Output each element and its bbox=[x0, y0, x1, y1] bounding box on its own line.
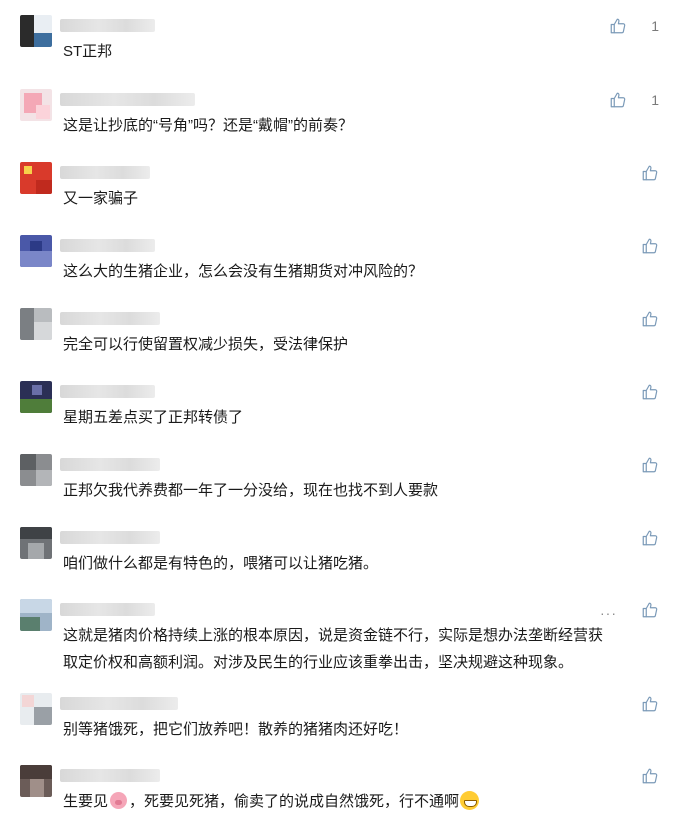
comment-text-part: 生要见 bbox=[63, 793, 109, 810]
avatar[interactable] bbox=[20, 527, 52, 559]
comment-text: 生要见 ，死要见死猪，偷卖了的说成自然饿死，行不通啊 bbox=[63, 788, 663, 815]
username[interactable] bbox=[60, 93, 195, 106]
avatar[interactable] bbox=[20, 308, 52, 340]
comment-item: 生要见 ，死要见死猪，偷卖了的说成自然饿死，行不通啊 bbox=[0, 765, 679, 812]
username[interactable] bbox=[60, 19, 155, 32]
thumbs-up-icon[interactable] bbox=[641, 237, 659, 255]
thumbs-up-icon[interactable] bbox=[641, 164, 659, 182]
comment-text: 又一家骗子 bbox=[63, 190, 139, 207]
avatar[interactable] bbox=[20, 454, 52, 486]
avatar[interactable] bbox=[20, 599, 52, 631]
avatar[interactable] bbox=[20, 765, 52, 797]
avatar[interactable] bbox=[20, 235, 52, 267]
comment-text: 这是让抄底的“号角”吗？还是“戴帽”的前奏？ bbox=[63, 117, 353, 134]
username[interactable] bbox=[60, 697, 178, 710]
grinning-face-emoji bbox=[460, 791, 480, 810]
thumbs-up-icon[interactable] bbox=[641, 601, 659, 619]
username[interactable] bbox=[60, 531, 160, 544]
username[interactable] bbox=[60, 166, 150, 179]
comment-item: 星期五差点买了正邦转债了 bbox=[0, 381, 679, 453]
avatar[interactable] bbox=[20, 693, 52, 725]
comment-item: 别等猪饿死，把它们放养吧！散养的猪猪肉还好吃！ bbox=[0, 693, 679, 765]
thumbs-up-icon[interactable] bbox=[641, 456, 659, 474]
comment-text: 完全可以行使留置权减少损失，受法律保护 bbox=[63, 336, 349, 353]
comment-text: 咱们做什么都是有特色的，喂猪可以让猪吃猪。 bbox=[63, 555, 379, 572]
thumbs-up-icon[interactable] bbox=[641, 383, 659, 401]
comment-text: 正邦欠我代养费都一年了一分没给，现在也找不到人要款 bbox=[63, 482, 439, 499]
thumbs-up-icon[interactable] bbox=[641, 310, 659, 328]
thumbs-up-icon[interactable] bbox=[609, 91, 627, 109]
thumbs-up-icon[interactable] bbox=[609, 17, 627, 35]
thumbs-up-icon[interactable] bbox=[641, 529, 659, 547]
comment-text-line: 这就是猪肉价格持续上涨的根本原因，说是资金链不行，实际是想办法垄断经营获 bbox=[63, 627, 604, 644]
like-count: 1 bbox=[651, 18, 659, 34]
avatar[interactable] bbox=[20, 15, 52, 47]
comment-item: 又一家骗子 bbox=[0, 162, 679, 234]
comment-text: 这么大的生猪企业，怎么会没有生猪期货对冲风险的？ bbox=[63, 263, 424, 280]
username[interactable] bbox=[60, 603, 155, 616]
comment-item: ST正邦 1 bbox=[0, 15, 679, 87]
thumbs-up-icon[interactable] bbox=[641, 695, 659, 713]
avatar[interactable] bbox=[20, 162, 52, 194]
comment-item: 这是让抄底的“号角”吗？还是“戴帽”的前奏？ 1 bbox=[0, 89, 679, 161]
comment-item: 咱们做什么都是有特色的，喂猪可以让猪吃猪。 bbox=[0, 527, 679, 599]
username[interactable] bbox=[60, 239, 155, 252]
comment-text-line: 取定价权和高额利润。对涉及民生的行业应该重拳出击，坚决规避这种现象。 bbox=[63, 654, 574, 671]
avatar[interactable] bbox=[20, 381, 52, 413]
more-options-icon[interactable]: ··· bbox=[600, 605, 617, 621]
username[interactable] bbox=[60, 458, 160, 471]
comment-text: 别等猪饿死，把它们放养吧！散养的猪猪肉还好吃！ bbox=[63, 721, 409, 738]
username[interactable] bbox=[60, 385, 155, 398]
comment-item: 完全可以行使留置权减少损失，受法律保护 bbox=[0, 308, 679, 380]
like-count: 1 bbox=[651, 92, 659, 108]
comment-item: 这就是猪肉价格持续上涨的根本原因，说是资金链不行，实际是想办法垄断经营获 取定价… bbox=[0, 599, 679, 699]
avatar[interactable] bbox=[20, 89, 52, 121]
pig-face-emoji bbox=[110, 792, 128, 809]
thumbs-up-icon[interactable] bbox=[641, 767, 659, 785]
comment-item: 这么大的生猪企业，怎么会没有生猪期货对冲风险的？ bbox=[0, 235, 679, 307]
username[interactable] bbox=[60, 769, 160, 782]
comment-text: 这就是猪肉价格持续上涨的根本原因，说是资金链不行，实际是想办法垄断经营获 取定价… bbox=[63, 622, 663, 676]
username[interactable] bbox=[60, 312, 160, 325]
comment-text-part: ，死要见死猪，偷卖了的说成自然饿死，行不通啊 bbox=[129, 793, 460, 810]
comment-text: 星期五差点买了正邦转债了 bbox=[63, 409, 244, 426]
comment-text: ST正邦 bbox=[63, 43, 113, 60]
comment-item: 正邦欠我代养费都一年了一分没给，现在也找不到人要款 bbox=[0, 454, 679, 526]
